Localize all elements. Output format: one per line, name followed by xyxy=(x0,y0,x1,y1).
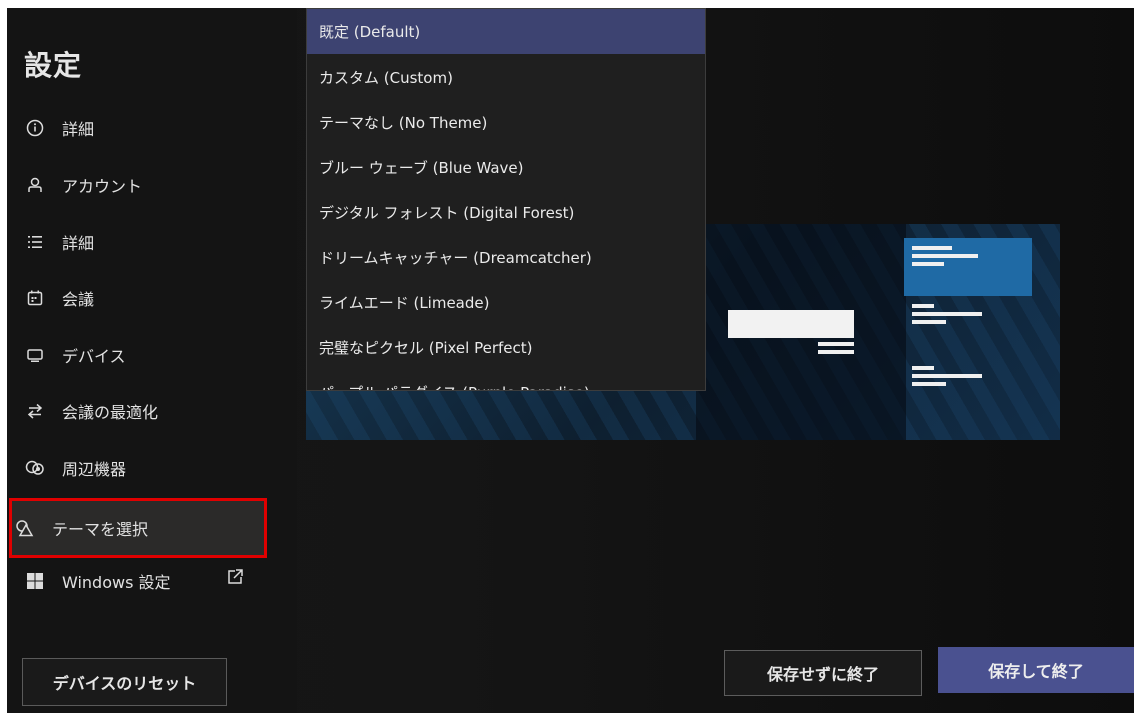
sidebar-item-label: アカウント xyxy=(62,177,143,196)
screen-frame-top xyxy=(0,0,1134,8)
sidebar-item-details-list[interactable]: 詳細 xyxy=(10,217,266,267)
info-icon xyxy=(24,117,46,139)
sidebar-item-label: 周辺機器 xyxy=(62,460,127,479)
list-icon xyxy=(24,231,46,253)
preview-line xyxy=(818,342,854,346)
preview-line xyxy=(912,304,934,308)
sidebar-item-devices[interactable]: デバイス xyxy=(10,330,266,380)
theme-option-default[interactable]: 既定 (Default) xyxy=(307,9,705,54)
preview-line xyxy=(912,254,978,258)
preview-line xyxy=(912,246,952,250)
sidebar-item-label: テーマを選択 xyxy=(52,520,149,539)
reset-device-button[interactable]: デバイスのリセット xyxy=(22,658,227,706)
peripherals-icon xyxy=(24,457,46,479)
preview-line xyxy=(912,312,982,316)
sidebar-item-label: Windows 設定 xyxy=(62,573,171,592)
external-link-icon[interactable] xyxy=(226,568,246,588)
sidebar-item-account[interactable]: アカウント xyxy=(10,160,266,210)
preview-card xyxy=(728,310,854,338)
sidebar-item-details[interactable]: 詳細 xyxy=(10,103,266,153)
theme-option-custom[interactable]: カスタム (Custom) xyxy=(307,55,705,100)
preview-line xyxy=(912,374,982,378)
theme-option-pixel-perfect[interactable]: 完璧なピクセル (Pixel Perfect) xyxy=(307,325,705,370)
theme-option-purple-paradise[interactable]: パープル パラダイス (Purple Paradise) xyxy=(307,370,705,390)
sidebar-item-peripherals[interactable]: 周辺機器 xyxy=(10,443,266,493)
theme-option-dreamcatcher[interactable]: ドリームキャッチャー (Dreamcatcher) xyxy=(307,235,705,280)
preview-line xyxy=(818,350,854,354)
theme-dropdown-list[interactable]: 既定 (Default) カスタム (Custom) テーマなし (No The… xyxy=(306,8,706,391)
monitor-icon xyxy=(24,344,46,366)
sidebar-item-label: 詳細 xyxy=(62,120,95,139)
sidebar-item-label: 会議の最適化 xyxy=(62,403,159,422)
arrows-swap-icon xyxy=(24,400,46,422)
screen-frame-left xyxy=(0,0,7,713)
calendar-icon xyxy=(24,287,46,309)
theme-option-limeade[interactable]: ライムエード (Limeade) xyxy=(307,280,705,325)
preview-line xyxy=(912,366,934,370)
sidebar-item-label: 会議 xyxy=(62,290,95,309)
sidebar-item-label: 詳細 xyxy=(62,234,95,253)
shapes-icon xyxy=(14,517,36,539)
person-icon xyxy=(24,174,46,196)
preview-line xyxy=(912,320,946,324)
sidebar-item-label: デバイス xyxy=(62,347,126,366)
sidebar-item-meeting-optimization[interactable]: 会議の最適化 xyxy=(10,386,266,436)
exit-without-saving-button[interactable]: 保存せずに終了 xyxy=(724,650,922,696)
preview-line xyxy=(912,382,946,386)
theme-option-digital-forest[interactable]: デジタル フォレスト (Digital Forest) xyxy=(307,190,705,235)
sidebar-item-choose-theme[interactable]: テーマを選択 xyxy=(9,498,267,558)
windows-logo-icon xyxy=(24,570,46,592)
preview-line xyxy=(912,262,944,266)
theme-option-blue-wave[interactable]: ブルー ウェーブ (Blue Wave) xyxy=(307,145,705,190)
settings-screen: 設定 詳細 アカウント 詳細 会議 デバイス 会議の最適化 周辺機器 テーマを選… xyxy=(0,0,1134,713)
page-title: 設定 xyxy=(24,49,83,82)
theme-option-no-theme[interactable]: テーマなし (No Theme) xyxy=(307,100,705,145)
sidebar-item-meetings[interactable]: 会議 xyxy=(10,273,266,323)
save-and-exit-button[interactable]: 保存して終了 xyxy=(938,647,1134,693)
